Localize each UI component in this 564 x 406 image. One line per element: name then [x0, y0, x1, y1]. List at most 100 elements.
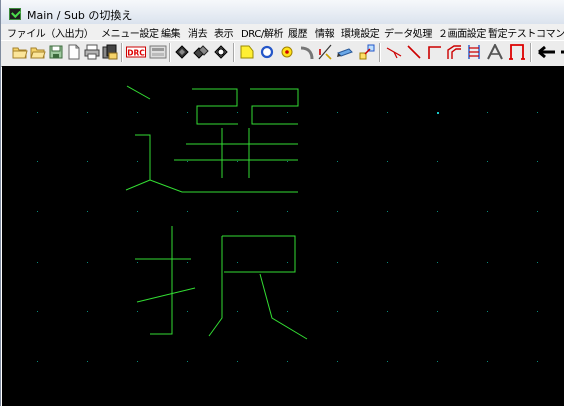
- grid-dot: [437, 361, 438, 362]
- grid-dot: [237, 262, 238, 263]
- grid-dot: [437, 262, 438, 263]
- stroke-line: [250, 88, 299, 125]
- grid-dot: [237, 211, 238, 212]
- title-bar[interactable]: Main / Sub の切換え: [1, 0, 564, 25]
- grid-dot: [287, 262, 288, 263]
- grid-dot: [187, 262, 188, 263]
- grid-dot: [87, 311, 88, 312]
- grid-dot: [137, 161, 138, 162]
- drc-icon[interactable]: DRC: [126, 44, 146, 60]
- line-diagonal-icon[interactable]: [406, 44, 422, 60]
- menu-edit[interactable]: 編集: [161, 25, 181, 40]
- grid-dot: [187, 311, 188, 312]
- grid-dot: [137, 361, 138, 362]
- point-icon[interactable]: [279, 44, 295, 60]
- open-folder-icon[interactable]: [12, 44, 28, 60]
- menu-delete[interactable]: 消去: [188, 25, 208, 40]
- grid-dot: [287, 161, 288, 162]
- grid-dot: [87, 361, 88, 362]
- grid-dot: [337, 112, 338, 113]
- grid-dot: [287, 361, 288, 362]
- arc-icon[interactable]: [299, 44, 315, 60]
- grid-dot: [137, 211, 138, 212]
- save-icon[interactable]: [48, 44, 64, 60]
- grid-dot: [37, 361, 38, 362]
- connect-icon[interactable]: [359, 44, 375, 60]
- grid-dot: [287, 211, 288, 212]
- line-icon[interactable]: [386, 44, 402, 60]
- drawing-canvas[interactable]: [2, 66, 564, 406]
- grid-dot: [437, 311, 438, 312]
- toolbar: DRC: [1, 40, 564, 67]
- menu-environment[interactable]: 環境設定: [341, 25, 380, 40]
- grid-dot: [37, 161, 38, 162]
- move-icon[interactable]: [174, 44, 190, 60]
- rotate-icon[interactable]: [213, 44, 229, 60]
- grid-dot: [387, 361, 388, 362]
- bus-icon[interactable]: [466, 44, 482, 60]
- copy-page-icon[interactable]: [102, 44, 118, 60]
- menu-menu-settings[interactable]: メニュー設定: [101, 25, 159, 40]
- slant-line-icon[interactable]: [317, 44, 333, 60]
- toolbar-separator: [121, 43, 123, 62]
- new-page-icon[interactable]: [66, 44, 82, 60]
- toolbar-separator: [530, 43, 532, 62]
- grid-dot: [287, 112, 288, 113]
- grid-dot: [537, 361, 538, 362]
- grid-dot: [137, 112, 138, 113]
- menu-bar: ファイル（入出力） メニュー設定 編集 消去 表示 DRC/解析 履歴 情報 環…: [1, 24, 564, 40]
- polygon-icon[interactable]: [239, 44, 255, 60]
- stroke-line: [208, 236, 223, 337]
- grid-dot: [437, 112, 439, 114]
- grid-dot: [387, 211, 388, 212]
- corner-line-double-icon[interactable]: [446, 44, 462, 60]
- grid-dot: [187, 361, 188, 362]
- menu-file[interactable]: ファイル（入出力）: [7, 25, 94, 40]
- arrow-left-icon[interactable]: [537, 44, 557, 60]
- grid-dot: [87, 112, 88, 113]
- grid-dot: [487, 112, 488, 113]
- grid-dot: [537, 112, 538, 113]
- grid-dot: [37, 311, 38, 312]
- app-icon: [9, 8, 21, 20]
- grid-dot: [87, 211, 88, 212]
- layer-icon[interactable]: [149, 44, 167, 60]
- menu-info[interactable]: 情報: [315, 25, 335, 40]
- grid-dot: [487, 311, 488, 312]
- menu-temp-test[interactable]: 暫定テストコマンド: [488, 25, 564, 40]
- stroke-line: [136, 287, 196, 303]
- toolbar-separator: [169, 43, 171, 62]
- drawing-layer: [37, 85, 538, 362]
- grid-dot: [387, 311, 388, 312]
- stroke-line: [125, 134, 151, 191]
- pencil-icon[interactable]: [337, 44, 355, 60]
- open-folder-icon[interactable]: [30, 44, 46, 60]
- grid-dot: [37, 262, 38, 263]
- menu-view[interactable]: 表示: [214, 25, 234, 40]
- menu-data-process[interactable]: データ処理: [384, 25, 432, 40]
- grid-dot: [237, 161, 238, 162]
- grid-dot: [237, 112, 238, 113]
- circle-icon[interactable]: [259, 44, 275, 60]
- bracket-icon[interactable]: [508, 44, 526, 60]
- stroke-line: [126, 85, 151, 100]
- grid-dot: [437, 161, 438, 162]
- text-icon[interactable]: [486, 44, 504, 60]
- grid-dots: [37, 112, 538, 362]
- arrow-partial-icon[interactable]: [559, 44, 564, 60]
- drc-label: DRC: [127, 49, 145, 58]
- grid-dot: [37, 112, 38, 113]
- grid-dot: [537, 211, 538, 212]
- grid-dot: [37, 211, 38, 212]
- toolbar-separator: [233, 43, 235, 62]
- grid-dot: [87, 262, 88, 263]
- grid-dot: [387, 161, 388, 162]
- copy-icon[interactable]: [193, 44, 209, 60]
- corner-line-icon[interactable]: [426, 44, 442, 60]
- grid-dot: [237, 311, 238, 312]
- menu-dual-screen[interactable]: ２画面設定: [438, 25, 486, 40]
- stroke-line: [222, 235, 296, 273]
- menu-history[interactable]: 履歴: [288, 25, 308, 40]
- menu-drc-analysis[interactable]: DRC/解析: [241, 25, 284, 40]
- print-icon[interactable]: [84, 44, 100, 60]
